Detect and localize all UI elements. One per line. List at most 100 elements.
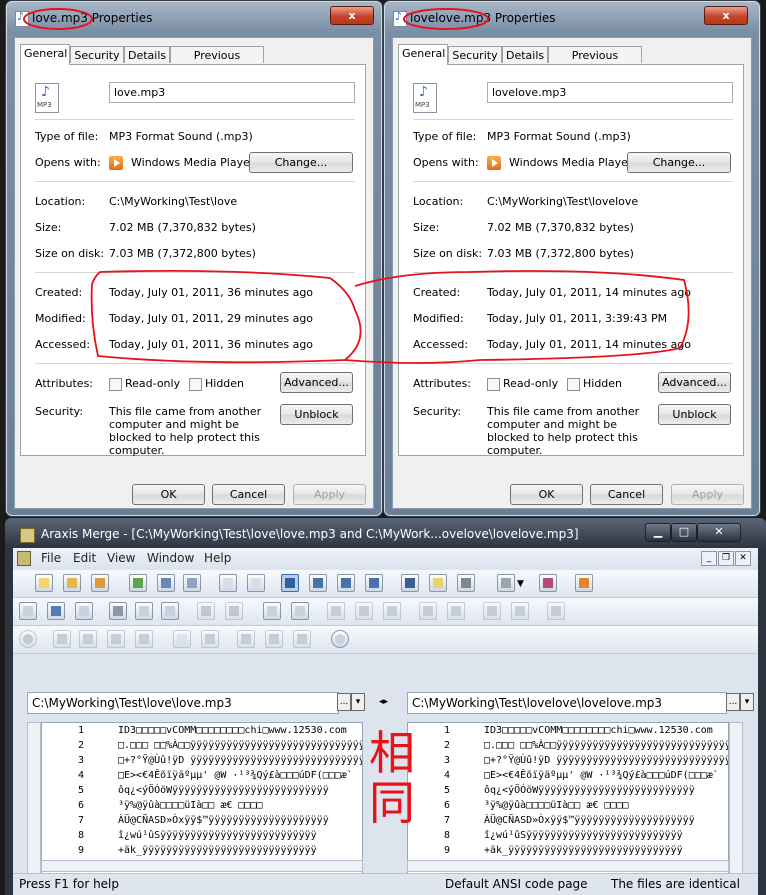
readonly-checkbox[interactable]: [109, 378, 122, 391]
menu-window[interactable]: Window: [147, 551, 194, 565]
merge-icon[interactable]: [75, 602, 93, 620]
ok-button[interactable]: OK: [510, 484, 583, 505]
clock-icon[interactable]: [331, 630, 349, 648]
pen-icon[interactable]: [419, 602, 437, 620]
delete-x-icon[interactable]: [293, 630, 311, 648]
menu-edit[interactable]: Edit: [73, 551, 96, 565]
tab-details[interactable]: Details: [502, 46, 548, 63]
home-icon[interactable]: [575, 574, 593, 592]
insert-below-icon[interactable]: [383, 602, 401, 620]
horizontal-layout-icon[interactable]: [337, 574, 355, 592]
grid-expand-icon[interactable]: [107, 630, 125, 648]
edit-icon[interactable]: [291, 602, 309, 620]
swap-arrows-icon[interactable]: ◂▸: [379, 697, 388, 707]
mdi-minimize-button[interactable]: _: [701, 551, 717, 566]
close-button[interactable]: ✕: [697, 523, 741, 542]
unblock-button[interactable]: Unblock: [658, 404, 731, 425]
unblock-button[interactable]: Unblock: [280, 404, 353, 425]
ok-button[interactable]: OK: [132, 484, 205, 505]
chevron-down-icon[interactable]: ▼: [517, 579, 524, 589]
new-file-icon[interactable]: [173, 630, 191, 648]
tab-general[interactable]: General: [398, 44, 448, 65]
file-name-field[interactable]: lovelove.mp3: [487, 82, 733, 103]
close-button[interactable]: x: [704, 6, 748, 25]
left-browse-button[interactable]: ...: [337, 693, 351, 711]
save-icon[interactable]: [157, 574, 175, 592]
report-icon[interactable]: [429, 574, 447, 592]
left-path-field[interactable]: C:\MyWorking\Test\love\love.mp3: [27, 692, 339, 714]
hidden-checkbox[interactable]: [189, 378, 202, 391]
right-horizontal-scrollbar[interactable]: [407, 860, 729, 872]
right-path-field[interactable]: C:\MyWorking\Test\lovelove\lovelove.mp3: [407, 692, 727, 714]
page-down-icon[interactable]: [247, 574, 265, 592]
copy-right-icon[interactable]: [47, 602, 65, 620]
size-on-disk-value: 7.03 MB (7,372,800 bytes): [109, 247, 256, 260]
insert-above-icon[interactable]: [355, 602, 373, 620]
tab-security[interactable]: Security: [448, 46, 502, 63]
sum-report-icon[interactable]: [401, 574, 419, 592]
tab-previous-versions[interactable]: Previous Versions: [548, 46, 642, 79]
right-vertical-scrollbar[interactable]: [729, 722, 743, 876]
insert-line-icon[interactable]: [327, 602, 345, 620]
hidden-checkbox[interactable]: [567, 378, 580, 391]
mdi-close-button[interactable]: ✕: [735, 551, 751, 566]
mdi-restore-button[interactable]: ❐: [718, 551, 734, 566]
two-way-compare-icon[interactable]: [281, 574, 299, 592]
menu-help[interactable]: Help: [204, 551, 231, 565]
file-move-left-icon[interactable]: [237, 630, 255, 648]
menu-file[interactable]: File: [41, 551, 61, 565]
tab-general[interactable]: General: [20, 44, 70, 65]
cancel-button[interactable]: Cancel: [590, 484, 663, 505]
change-button[interactable]: Change...: [249, 152, 353, 173]
copy-icon[interactable]: [135, 602, 153, 620]
advanced-button[interactable]: Advanced...: [280, 372, 353, 393]
change-button[interactable]: Change...: [627, 152, 731, 173]
copy-left-icon[interactable]: [19, 602, 37, 620]
find-icon[interactable]: [263, 602, 281, 620]
grid-arrow-icon[interactable]: [79, 630, 97, 648]
tab-details[interactable]: Details: [124, 46, 170, 63]
bookmark-prev-icon[interactable]: [483, 602, 501, 620]
undo-icon[interactable]: [197, 602, 215, 620]
left-horizontal-scrollbar[interactable]: [41, 860, 363, 872]
page-up-icon[interactable]: [219, 574, 237, 592]
stop-icon[interactable]: [19, 630, 37, 648]
file-copy-icon[interactable]: [201, 630, 219, 648]
options-icon[interactable]: [497, 574, 515, 592]
grid-collapse-icon[interactable]: [135, 630, 153, 648]
open-folder-compare-icon[interactable]: [91, 574, 109, 592]
print-icon[interactable]: [457, 574, 475, 592]
advanced-button[interactable]: Advanced...: [658, 372, 731, 393]
new-comparison-icon[interactable]: [35, 574, 53, 592]
vertical-layout-icon[interactable]: [365, 574, 383, 592]
refresh-icon[interactable]: [129, 574, 147, 592]
tab-previous-versions[interactable]: Previous Versions: [170, 46, 264, 79]
open-folder-icon[interactable]: [63, 574, 81, 592]
apply-button[interactable]: Apply: [671, 484, 744, 505]
readonly-checkbox[interactable]: [487, 378, 500, 391]
cut-icon[interactable]: [109, 602, 127, 620]
clear-marks-icon[interactable]: [547, 602, 565, 620]
file-name-field[interactable]: love.mp3: [109, 82, 355, 103]
three-way-compare-icon[interactable]: [309, 574, 327, 592]
left-path-dropdown[interactable]: ▾: [351, 693, 365, 711]
paste-icon[interactable]: [161, 602, 179, 620]
left-vertical-scrollbar[interactable]: [27, 722, 41, 876]
right-browse-button[interactable]: ...: [726, 693, 740, 711]
maximize-button[interactable]: □: [671, 523, 697, 542]
right-path-dropdown[interactable]: ▾: [740, 693, 754, 711]
redo-icon[interactable]: [225, 602, 243, 620]
minimize-button[interactable]: ▁: [645, 523, 671, 542]
file-move-right-icon[interactable]: [265, 630, 283, 648]
tab-security[interactable]: Security: [70, 46, 124, 63]
apply-button[interactable]: Apply: [293, 484, 366, 505]
pen-erase-icon[interactable]: [447, 602, 465, 620]
save-all-icon[interactable]: [183, 574, 201, 592]
help-book-icon[interactable]: [539, 574, 557, 592]
close-button[interactable]: x: [330, 6, 374, 25]
grid-icon[interactable]: [53, 630, 71, 648]
menu-view[interactable]: View: [107, 551, 135, 565]
cancel-button[interactable]: Cancel: [212, 484, 285, 505]
opens-value: Windows Media Player: [509, 156, 633, 169]
bookmark-next-icon[interactable]: [511, 602, 529, 620]
